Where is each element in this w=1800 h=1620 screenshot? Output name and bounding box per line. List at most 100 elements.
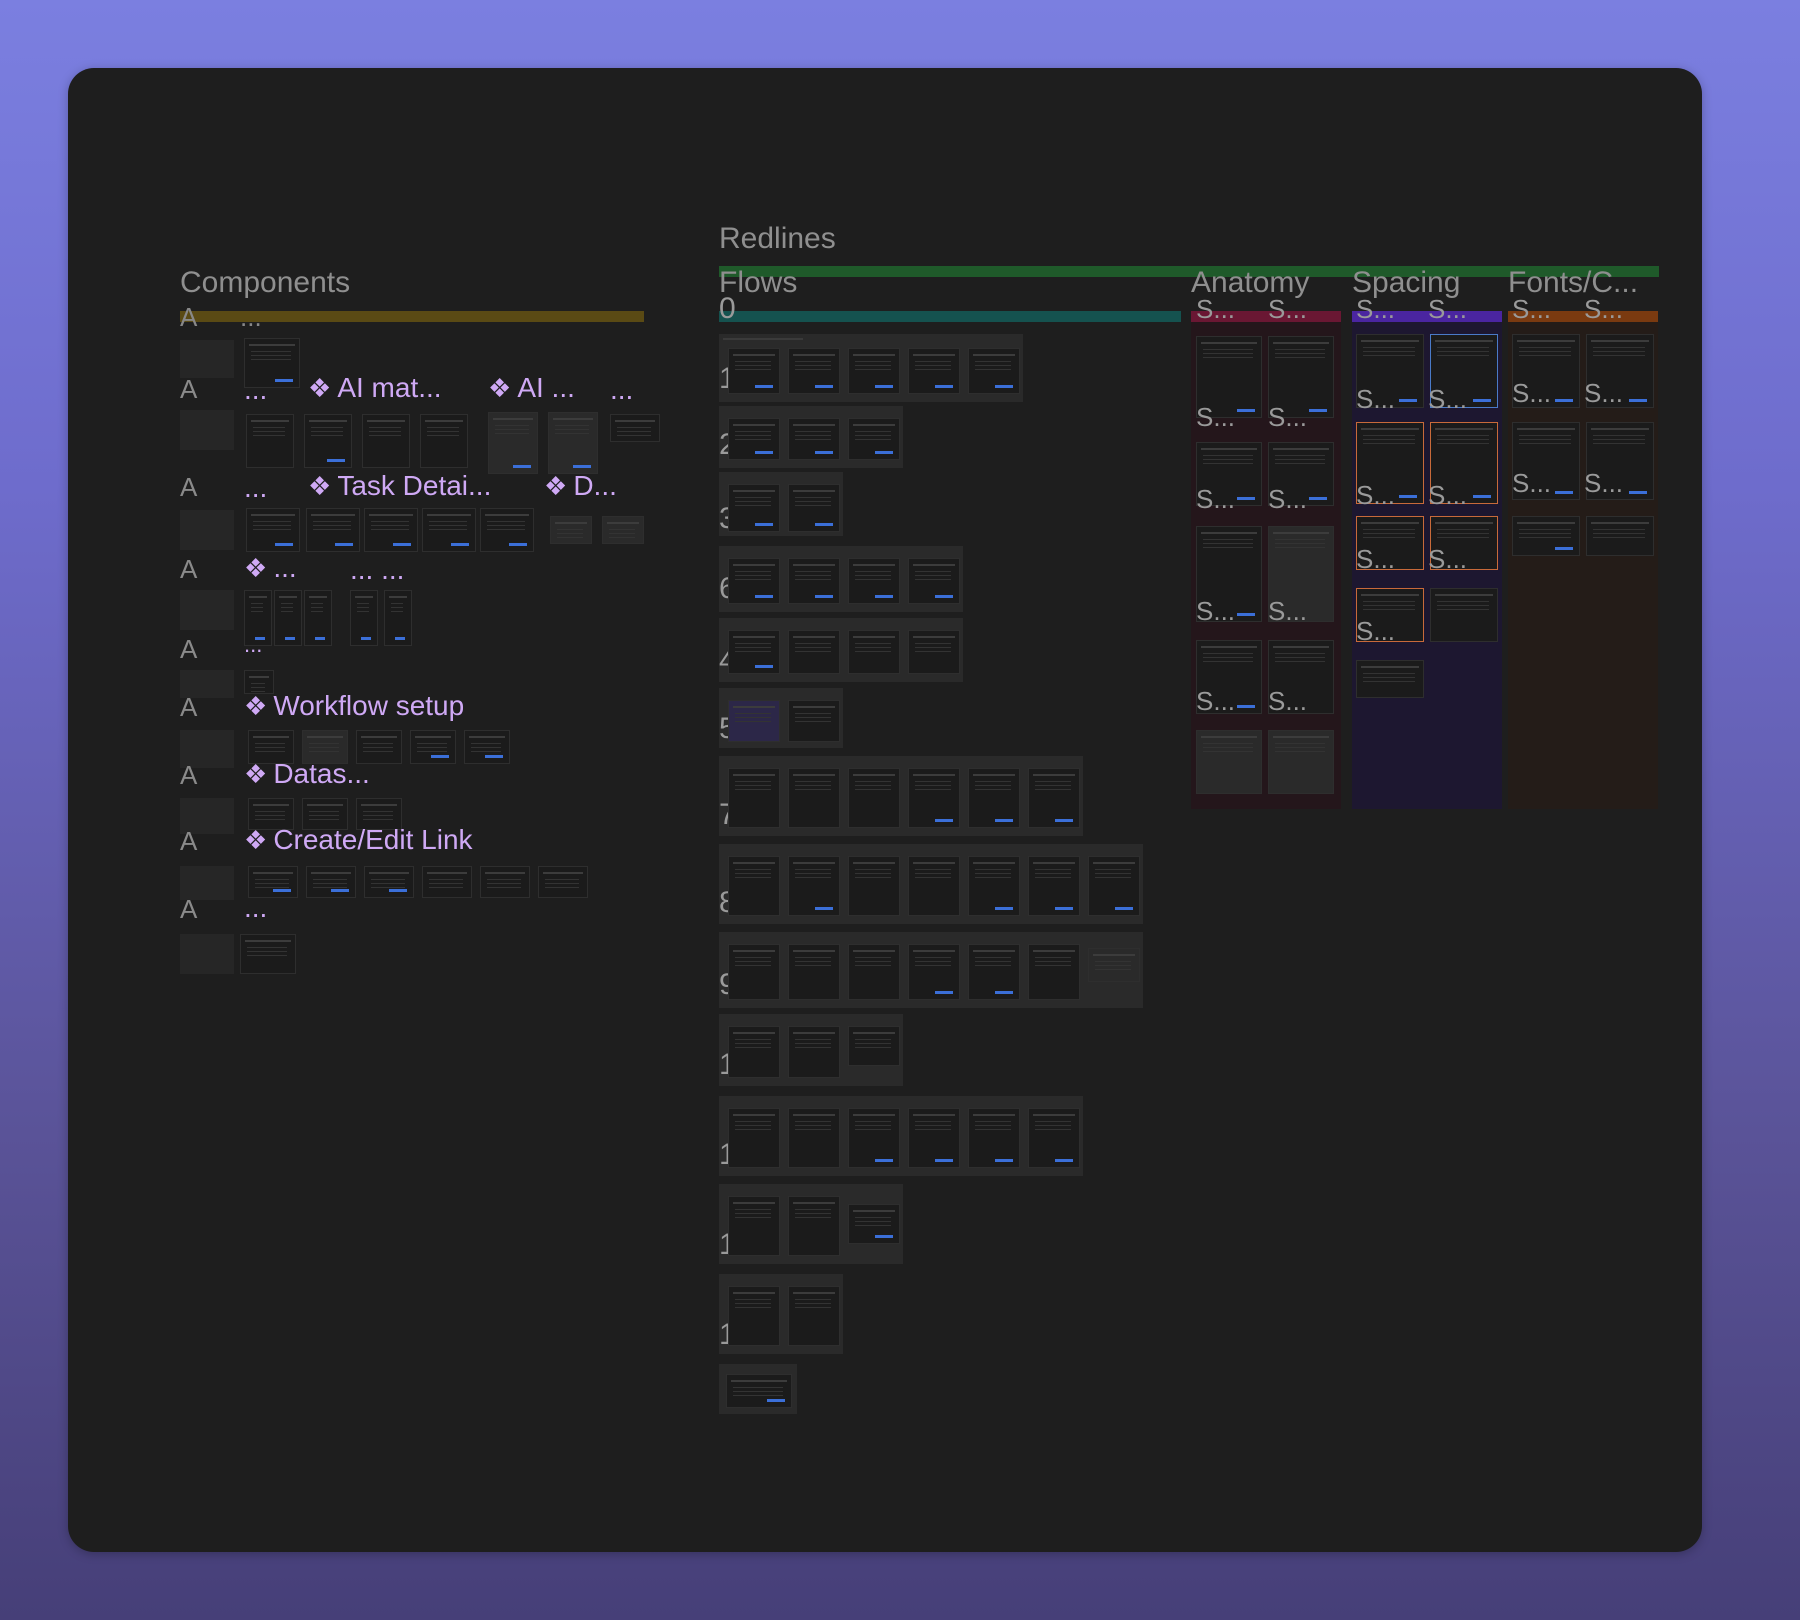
flow-screen[interactable]: [908, 856, 960, 916]
flow-screen[interactable]: [728, 944, 780, 1000]
component-thumbnail[interactable]: [364, 866, 414, 898]
component-instance[interactable]: ...: [244, 376, 267, 404]
flow-screen[interactable]: [908, 348, 960, 394]
flow-screen[interactable]: [1088, 856, 1140, 916]
component-datasets[interactable]: ❖ Datas...: [244, 760, 370, 788]
component-instance[interactable]: ...: [244, 634, 262, 656]
flow-screen[interactable]: [728, 1108, 780, 1168]
component-thumbnail[interactable]: [304, 414, 352, 468]
flow-screen[interactable]: [848, 418, 900, 460]
component-frame-label[interactable]: [180, 934, 234, 974]
flow-screen[interactable]: [848, 1108, 900, 1168]
component-ai-match[interactable]: ❖ AI mat...: [308, 374, 442, 402]
flow-screen[interactable]: [728, 484, 780, 532]
component-thumbnail[interactable]: [602, 516, 644, 544]
component-workflow-setup[interactable]: ❖ Workflow setup: [244, 692, 464, 720]
component-thumbnail[interactable]: [480, 508, 534, 552]
figma-canvas[interactable]: Components A ... A ... ❖ AI mat... ❖ AI ..…: [68, 68, 1702, 1552]
flow-screen[interactable]: [728, 700, 780, 742]
flow-screen[interactable]: [728, 558, 780, 604]
flow-screen[interactable]: [848, 944, 900, 1000]
component-thumbnail[interactable]: [538, 866, 588, 898]
component-thumbnail[interactable]: [384, 590, 412, 646]
component-instance[interactable]: ...: [610, 376, 633, 404]
component-frame-label[interactable]: [180, 410, 234, 450]
spacing-screen[interactable]: [1430, 588, 1498, 642]
flow-screen[interactable]: [908, 944, 960, 1000]
flow-screen[interactable]: [908, 630, 960, 674]
component-frame-label[interactable]: [180, 590, 234, 630]
flow-screen[interactable]: [788, 418, 840, 460]
components-section-title[interactable]: Components: [180, 268, 350, 298]
component-thumbnail[interactable]: [464, 730, 510, 764]
component-thumbnail[interactable]: [480, 866, 530, 898]
flow-screen[interactable]: [788, 1026, 840, 1078]
component-thumbnail[interactable]: [422, 508, 476, 552]
flow-screen[interactable]: [968, 944, 1020, 1000]
component-thumbnail[interactable]: [306, 866, 356, 898]
flow-screen[interactable]: [1088, 948, 1140, 982]
fonts-screen[interactable]: [1512, 516, 1580, 556]
component-thumbnail[interactable]: [306, 508, 360, 552]
component-thumbnail[interactable]: [610, 414, 660, 442]
redlines-section-title[interactable]: Redlines: [719, 224, 836, 254]
component-thumbnail[interactable]: [410, 730, 456, 764]
flow-screen[interactable]: [848, 856, 900, 916]
component-thumbnail[interactable]: [488, 412, 538, 474]
flow-screen[interactable]: [968, 768, 1020, 828]
component-thumbnail[interactable]: [548, 412, 598, 474]
component-thumbnail[interactable]: [420, 414, 468, 468]
flow-screen[interactable]: [908, 558, 960, 604]
flow-screen[interactable]: [848, 1026, 900, 1066]
flow-screen[interactable]: [788, 944, 840, 1000]
anatomy-screen[interactable]: [1196, 730, 1262, 794]
anatomy-screen[interactable]: [1268, 730, 1334, 794]
flow-screen[interactable]: [788, 484, 840, 532]
flow-screen[interactable]: [968, 856, 1020, 916]
flow-screen[interactable]: [728, 1286, 780, 1346]
spacing-screen[interactable]: [1356, 660, 1424, 698]
fonts-screen[interactable]: [1586, 516, 1654, 556]
component-instance[interactable]: ...: [244, 894, 267, 922]
flow-screen[interactable]: [728, 856, 780, 916]
flow-screen[interactable]: [908, 1108, 960, 1168]
flow-screen[interactable]: [968, 348, 1020, 394]
component-thumbnail[interactable]: [246, 508, 300, 552]
flow-screen[interactable]: [788, 1108, 840, 1168]
flow-screen[interactable]: [1028, 1108, 1080, 1168]
flow-screen[interactable]: [788, 348, 840, 394]
component-create-edit-link[interactable]: ❖ Create/Edit Link: [244, 826, 473, 854]
flow-screen[interactable]: [728, 1196, 780, 1256]
flow-screen[interactable]: [726, 1374, 792, 1408]
flow-screen[interactable]: [728, 768, 780, 828]
flow-screen[interactable]: [788, 768, 840, 828]
component-thumbnail[interactable]: [364, 508, 418, 552]
flow-screen[interactable]: [728, 348, 780, 394]
component-thumbnail[interactable]: [246, 414, 294, 468]
flow-screen[interactable]: [728, 1026, 780, 1078]
flow-screen[interactable]: [788, 558, 840, 604]
flow-screen[interactable]: [968, 1108, 1020, 1168]
component-frame-label[interactable]: [180, 340, 234, 378]
flow-screen[interactable]: [788, 856, 840, 916]
component-thumbnail[interactable]: [304, 590, 332, 646]
component-instance[interactable]: ❖...: [244, 554, 297, 582]
flow-screen[interactable]: [1028, 856, 1080, 916]
flow-screen[interactable]: [728, 630, 780, 674]
flow-screen[interactable]: [848, 558, 900, 604]
component-thumbnail[interactable]: [240, 934, 296, 974]
component-ai[interactable]: ❖ AI ...: [488, 374, 575, 402]
flow-screen[interactable]: [848, 768, 900, 828]
flow-screen[interactable]: [848, 630, 900, 674]
flow-screen[interactable]: [788, 630, 840, 674]
component-instance[interactable]: ...: [244, 474, 267, 502]
component-thumbnail[interactable]: [350, 590, 378, 646]
flow-screen[interactable]: [788, 700, 840, 742]
flow-screen[interactable]: [788, 1196, 840, 1256]
flow-screen[interactable]: [908, 768, 960, 828]
component-thumbnail[interactable]: [550, 516, 592, 544]
flow-screen[interactable]: [848, 1204, 900, 1244]
component-task-detail[interactable]: ❖ Task Detai...: [308, 472, 491, 500]
component-frame-label[interactable]: [180, 510, 234, 550]
flow-screen[interactable]: [848, 348, 900, 394]
